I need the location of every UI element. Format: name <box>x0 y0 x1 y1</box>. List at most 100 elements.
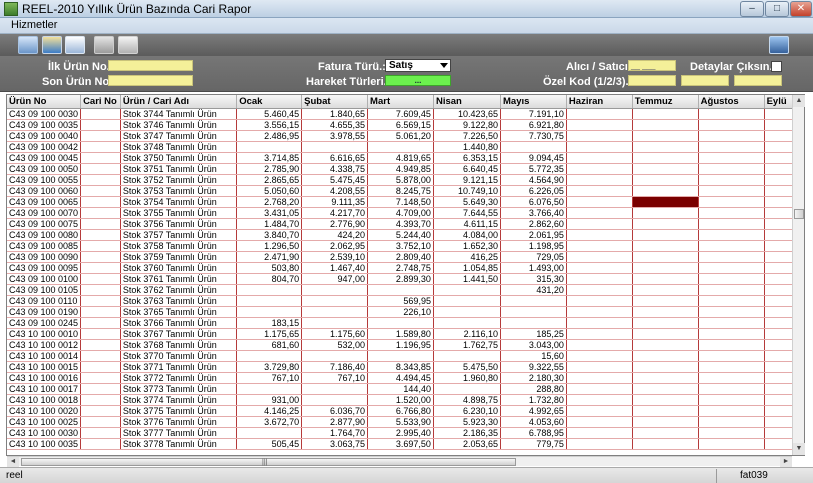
table-cell[interactable]: 4.819,65 <box>367 152 434 164</box>
table-cell[interactable]: C43 10 100 0035 <box>7 438 82 450</box>
table-cell[interactable]: 4.898,75 <box>433 394 502 406</box>
table-cell[interactable]: 2.785,90 <box>236 163 303 175</box>
table-cell[interactable]: 2.486,95 <box>236 130 303 142</box>
table-cell[interactable] <box>367 350 434 362</box>
table-cell[interactable] <box>80 306 121 318</box>
table-cell[interactable]: 3.729,80 <box>236 361 303 373</box>
table-cell[interactable]: 288,80 <box>500 383 567 395</box>
table-cell[interactable]: 3.697,50 <box>367 438 434 450</box>
table-cell[interactable]: 681,60 <box>236 339 303 351</box>
table-cell[interactable] <box>632 328 699 340</box>
table-cell[interactable]: Stok 3765 Tanımlı Ürün <box>120 306 238 318</box>
table-row[interactable]: C43 10 100 0025 Stok 3776 Tanımlı Ürün 3.6… <box>7 416 804 428</box>
table-cell[interactable] <box>566 130 633 142</box>
table-cell[interactable]: C43 09 100 0095 <box>7 262 82 274</box>
table-cell[interactable] <box>632 438 699 450</box>
table-cell[interactable] <box>632 284 699 296</box>
table-cell[interactable]: 2.776,90 <box>301 218 369 230</box>
table-cell[interactable] <box>301 306 369 318</box>
table-cell[interactable]: 1.520,00 <box>367 394 434 406</box>
table-cell[interactable] <box>566 273 633 285</box>
table-cell[interactable]: 3.978,55 <box>301 130 369 142</box>
table-row[interactable]: C43 09 100 0090 Stok 3759 Tanımlı Ürün 2.4… <box>7 251 804 263</box>
chart-icon[interactable] <box>769 36 789 54</box>
table-cell[interactable]: C43 10 100 0017 <box>7 383 82 395</box>
table-cell[interactable]: 3.431,05 <box>236 207 303 219</box>
table-cell[interactable]: Stok 3774 Tanımlı Ürün <box>120 394 238 406</box>
table-cell[interactable]: 6.921,80 <box>500 119 567 131</box>
table-cell[interactable]: 2.180,30 <box>500 372 567 384</box>
table-cell[interactable] <box>80 119 121 131</box>
table-cell[interactable] <box>80 207 121 219</box>
table-cell[interactable]: 4.949,85 <box>367 163 434 175</box>
vertical-scrollbar[interactable]: ▲ ▼ <box>792 95 805 455</box>
table-cell[interactable]: Stok 3770 Tanımlı Ürün <box>120 350 238 362</box>
table-row[interactable]: C43 10 100 0035 Stok 3778 Tanımlı Ürün 505… <box>7 438 804 450</box>
table-cell[interactable] <box>566 141 633 153</box>
table-row[interactable]: C43 09 100 0042 Stok 3748 Tanımlı Ürün 1.4… <box>7 141 804 153</box>
table-cell[interactable]: Stok 3776 Tanımlı Ürün <box>120 416 238 428</box>
table-cell[interactable] <box>698 284 765 296</box>
table-row[interactable]: C43 10 100 0014 Stok 3770 Tanımlı Ürün 15,… <box>7 350 804 362</box>
ozel-kod-input-1[interactable] <box>628 75 676 86</box>
table-cell[interactable]: C43 10 100 0015 <box>7 361 82 373</box>
table-cell[interactable] <box>632 383 699 395</box>
table-cell[interactable]: 1.960,80 <box>433 372 502 384</box>
column-header[interactable]: Haziran <box>566 95 633 109</box>
table-cell[interactable] <box>632 119 699 131</box>
table-cell[interactable] <box>698 262 765 274</box>
table-cell[interactable]: 2.053,65 <box>433 438 502 450</box>
table-cell[interactable]: C43 09 100 0055 <box>7 174 82 186</box>
ozel-kod-input-2[interactable] <box>681 75 729 86</box>
table-cell[interactable] <box>698 152 765 164</box>
table-cell[interactable]: 4.655,35 <box>301 119 369 131</box>
table-cell[interactable]: C43 10 100 0010 <box>7 328 82 340</box>
column-header[interactable]: Ürün No <box>7 95 82 109</box>
table-cell[interactable] <box>698 207 765 219</box>
table-cell[interactable] <box>80 284 121 296</box>
table-cell[interactable] <box>632 251 699 263</box>
table-cell[interactable] <box>698 339 765 351</box>
table-cell[interactable]: 2.061,95 <box>500 229 567 241</box>
table-cell[interactable]: 4.709,00 <box>367 207 434 219</box>
hareket-turleri-button[interactable]: ... <box>385 75 451 86</box>
column-header[interactable]: Ağustos <box>698 95 765 109</box>
table-cell[interactable]: 4.338,75 <box>301 163 369 175</box>
table-cell[interactable]: Stok 3758 Tanımlı Ürün <box>120 240 238 252</box>
table-cell[interactable]: Stok 3751 Tanımlı Ürün <box>120 163 238 175</box>
column-header[interactable]: Şubat <box>301 95 369 109</box>
table-cell[interactable] <box>500 306 567 318</box>
table-cell[interactable]: 4.208,55 <box>301 185 369 197</box>
table-cell[interactable]: 1.441,50 <box>433 273 502 285</box>
son-urun-input[interactable] <box>108 75 193 86</box>
table-cell[interactable]: 4.217,70 <box>301 207 369 219</box>
table-cell[interactable] <box>698 163 765 175</box>
table-cell[interactable] <box>632 339 699 351</box>
table-cell[interactable]: Stok 3754 Tanımlı Ürün <box>120 196 238 208</box>
table-cell[interactable] <box>566 262 633 274</box>
table-cell[interactable]: 9.122,80 <box>433 119 502 131</box>
table-cell[interactable]: C43 09 100 0075 <box>7 218 82 230</box>
table-row[interactable]: C43 09 100 0190 Stok 3765 Tanımlı Ürün 226… <box>7 306 804 318</box>
table-cell[interactable] <box>632 185 699 197</box>
table-row[interactable]: C43 10 100 0016 Stok 3772 Tanımlı Ürün 767… <box>7 372 804 384</box>
table-cell[interactable]: 1.764,70 <box>301 427 369 439</box>
table-row[interactable]: C43 10 100 0020 Stok 3775 Tanımlı Ürün 4.1… <box>7 405 804 417</box>
table-cell[interactable] <box>80 152 121 164</box>
table-cell[interactable] <box>301 295 369 307</box>
table-cell[interactable] <box>632 218 699 230</box>
table-cell[interactable] <box>80 295 121 307</box>
table-cell[interactable] <box>80 328 121 340</box>
table-cell[interactable] <box>566 438 633 450</box>
table-cell[interactable] <box>301 317 369 329</box>
table-cell[interactable] <box>566 295 633 307</box>
table-cell[interactable]: 1.840,65 <box>301 108 369 120</box>
table-cell[interactable]: 5.533,90 <box>367 416 434 428</box>
table-cell[interactable] <box>566 163 633 175</box>
horizontal-scroll-thumb[interactable]: ||| <box>21 458 516 466</box>
pen-document-icon[interactable] <box>65 36 85 54</box>
table-cell[interactable]: 416,25 <box>433 251 502 263</box>
table-cell[interactable]: Stok 3777 Tanımlı Ürün <box>120 427 238 439</box>
table-cell[interactable]: Stok 3748 Tanımlı Ürün <box>120 141 238 153</box>
table-cell[interactable]: 3.672,70 <box>236 416 303 428</box>
